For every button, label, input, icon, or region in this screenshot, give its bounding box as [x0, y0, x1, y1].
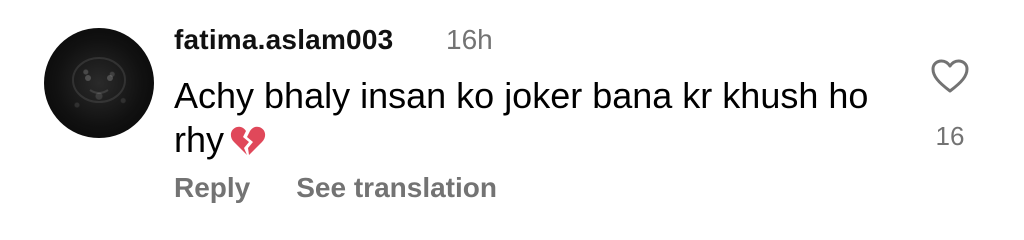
see-translation-button[interactable]: See translation [296, 170, 497, 206]
heart-outline-icon[interactable] [924, 58, 976, 99]
comment-timestamp: 16h [446, 24, 493, 55]
like-count: 16 [935, 121, 965, 151]
avatar[interactable] [44, 28, 154, 138]
broken-heart-icon [230, 124, 266, 168]
comment-body: Achy bhaly insan ko joker bana kr khush … [174, 74, 894, 168]
avatar-image-icon [72, 57, 126, 103]
comment-actions: Reply See translation [174, 170, 497, 206]
like-section: 16 [924, 58, 976, 151]
reply-button[interactable]: Reply [174, 170, 250, 206]
comment-text: Achy bhaly insan ko joker bana kr khush … [174, 75, 869, 160]
comment-author[interactable]: fatima.aslam003 [174, 22, 393, 58]
